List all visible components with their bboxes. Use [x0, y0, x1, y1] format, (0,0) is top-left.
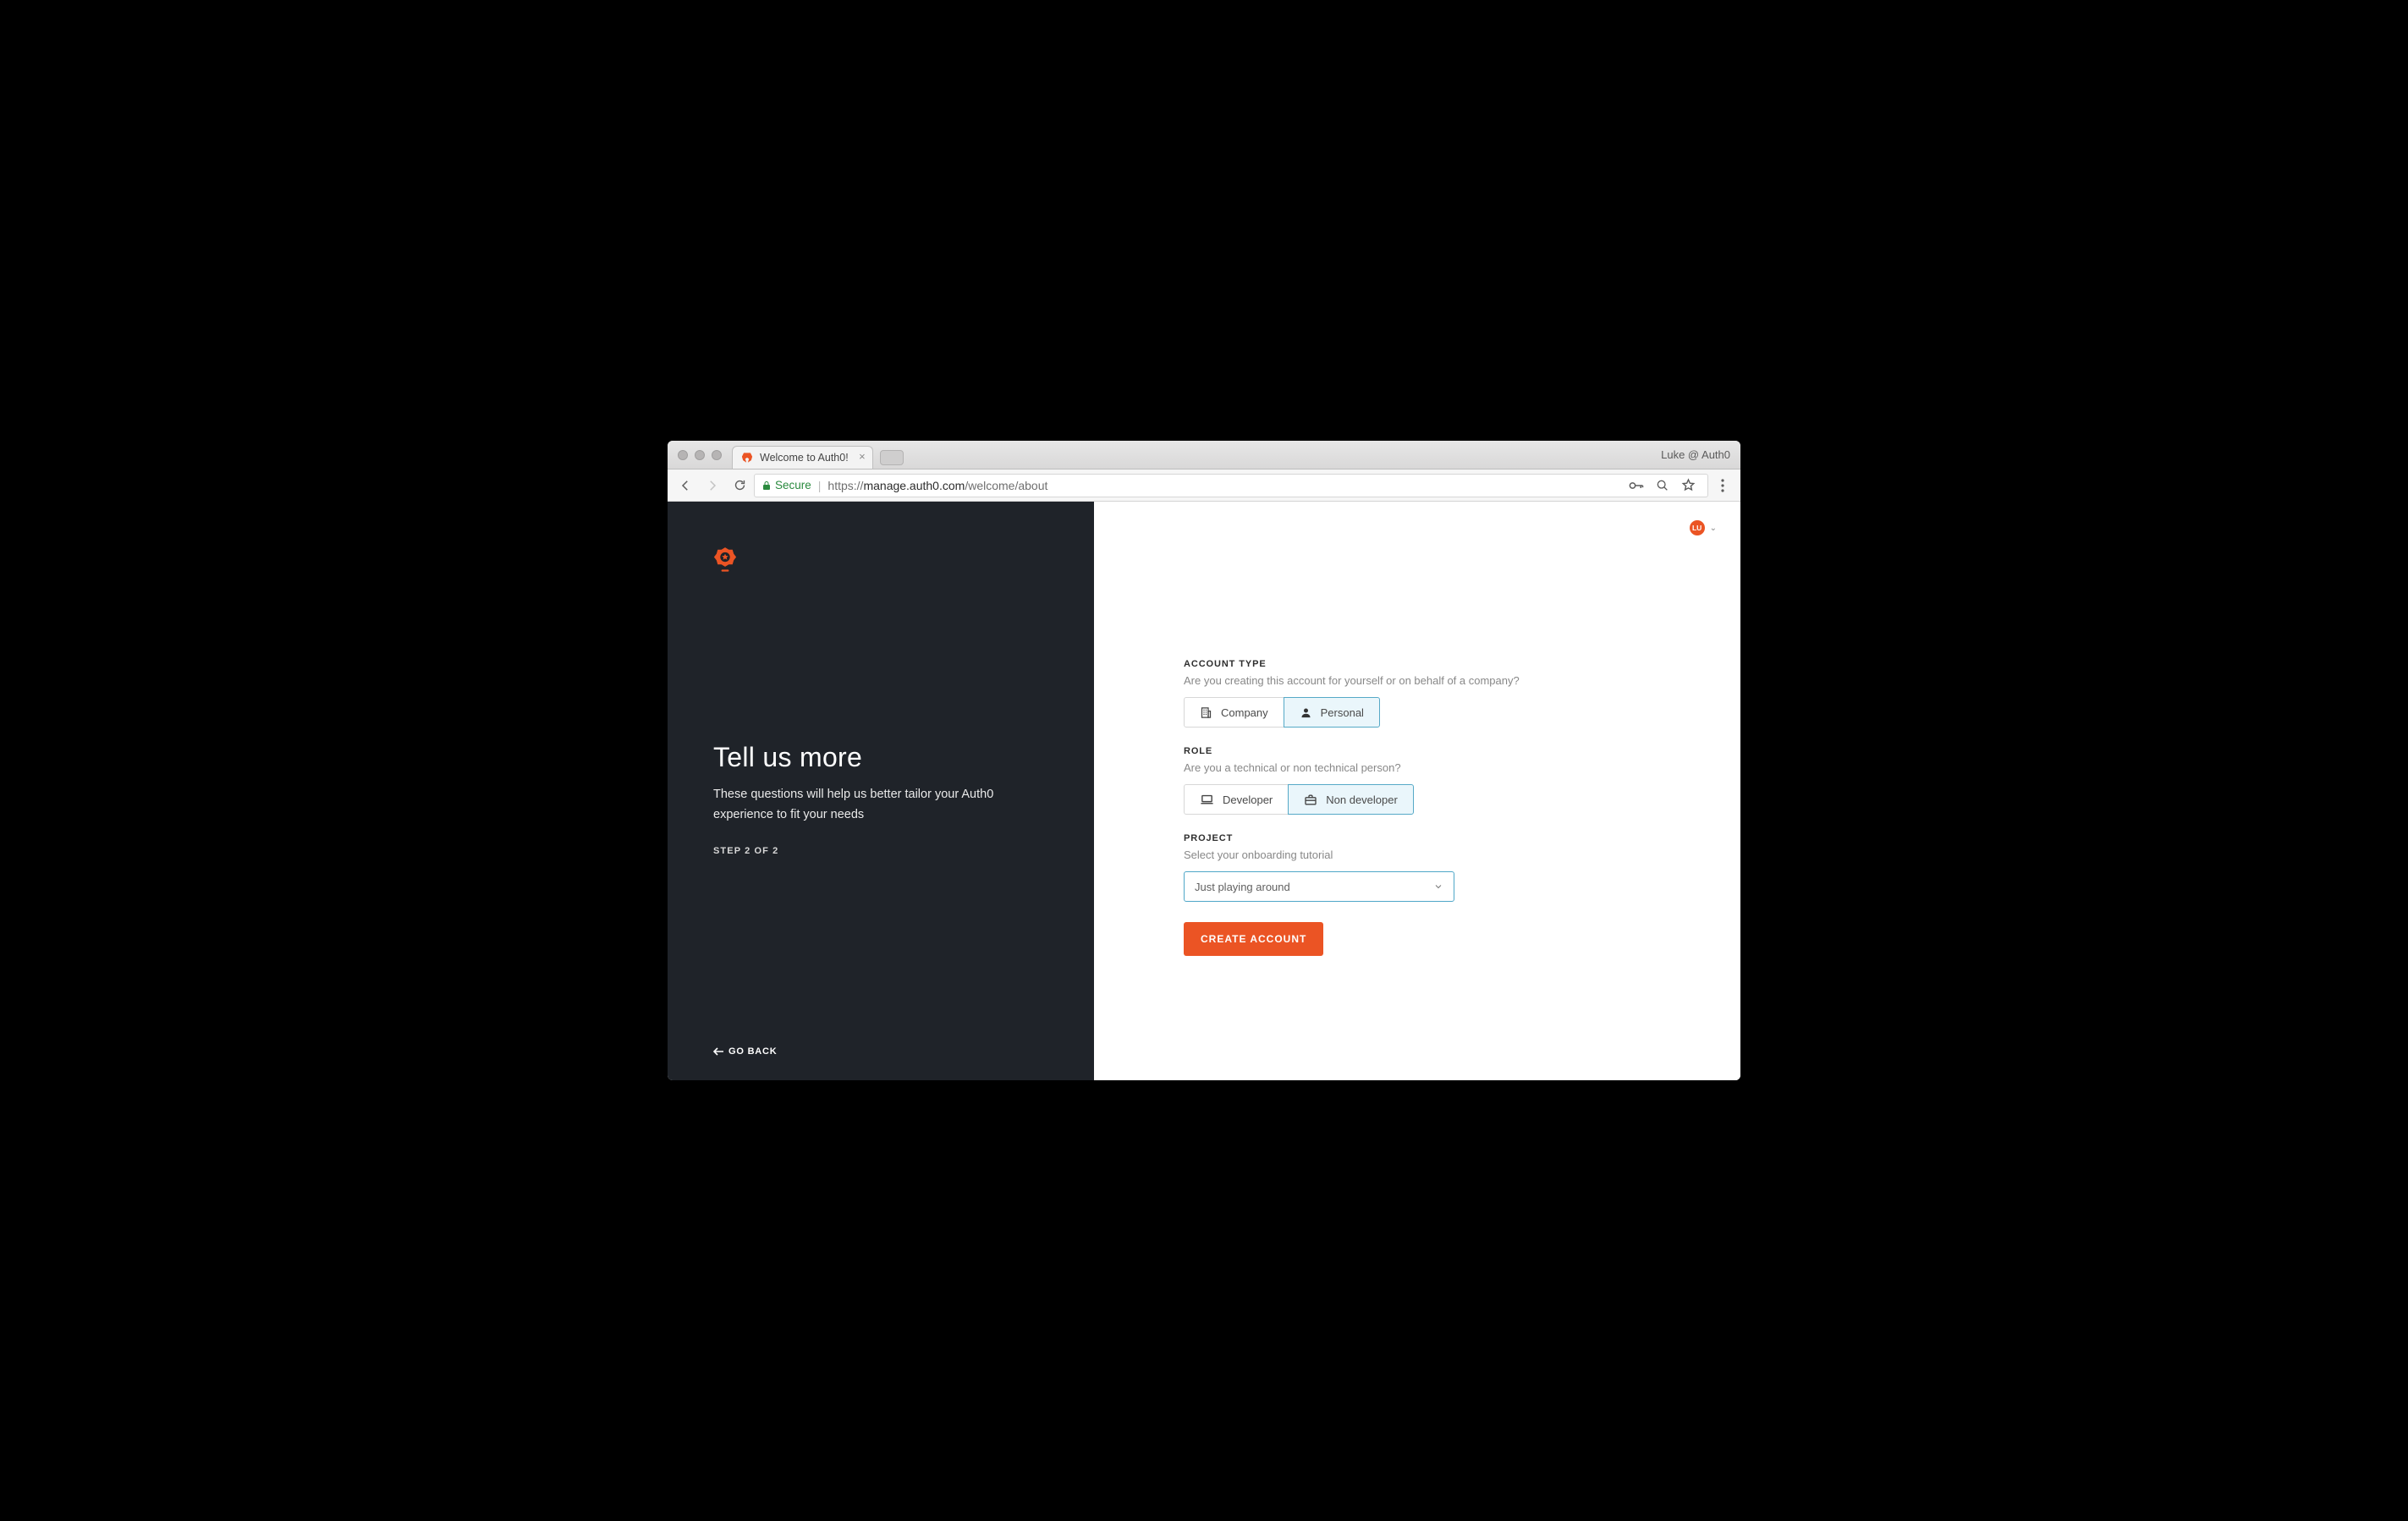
- key-icon[interactable]: [1629, 480, 1644, 491]
- url-text: https://manage.auth0.com/welcome/about: [827, 479, 1047, 492]
- address-bar: Secure | https://manage.auth0.com/welcom…: [668, 469, 1740, 502]
- form-panel: LU ⌄ ACCOUNT TYPE Are you creating this …: [1094, 502, 1740, 1080]
- chevron-down-icon: [1433, 881, 1443, 892]
- building-icon: [1200, 706, 1212, 719]
- auth0-logo-icon: [713, 547, 737, 573]
- page-content: Tell us more These questions will help u…: [668, 502, 1740, 1080]
- role-non-developer[interactable]: Non developer: [1288, 784, 1414, 815]
- create-account-button[interactable]: CREATE ACCOUNT: [1184, 922, 1323, 956]
- intro-description: These questions will help us better tail…: [713, 785, 1035, 826]
- tab-title: Welcome to Auth0!: [760, 452, 849, 464]
- account-type-label: ACCOUNT TYPE: [1184, 659, 1624, 669]
- browser-menu-button[interactable]: [1710, 479, 1735, 492]
- account-type-personal[interactable]: Personal: [1284, 697, 1380, 728]
- window-zoom-button[interactable]: [712, 450, 722, 460]
- window-close-button[interactable]: [678, 450, 688, 460]
- account-type-sub: Are you creating this account for yourse…: [1184, 674, 1624, 687]
- tab-favicon-icon: [741, 452, 753, 464]
- url-path: /welcome/about: [965, 479, 1047, 492]
- avatar: LU: [1690, 520, 1705, 535]
- go-back-label: GO BACK: [728, 1046, 778, 1057]
- account-type-company[interactable]: Company: [1184, 697, 1284, 728]
- browser-window: Welcome to Auth0! × Luke @ Auth0 Secure …: [668, 441, 1740, 1080]
- step-indicator: STEP 2 OF 2: [713, 846, 1048, 856]
- browser-profile-label[interactable]: Luke @ Auth0: [1661, 448, 1730, 461]
- role-developer[interactable]: Developer: [1184, 784, 1289, 815]
- project-selected-value: Just playing around: [1195, 881, 1290, 893]
- laptop-icon: [1200, 793, 1214, 806]
- intro-panel: Tell us more These questions will help u…: [668, 502, 1094, 1080]
- url-scheme: https://: [827, 479, 863, 492]
- nav-back-button[interactable]: [673, 473, 698, 498]
- omnibox-actions: [1629, 478, 1701, 492]
- onboarding-form: ACCOUNT TYPE Are you creating this accou…: [1184, 659, 1624, 956]
- tab-close-icon[interactable]: ×: [859, 451, 866, 462]
- new-tab-button[interactable]: [880, 450, 904, 465]
- briefcase-icon: [1304, 793, 1317, 806]
- browser-tab[interactable]: Welcome to Auth0! ×: [732, 446, 873, 469]
- go-back-link[interactable]: GO BACK: [713, 1046, 778, 1057]
- project-label: PROJECT: [1184, 833, 1624, 843]
- role-sub: Are you a technical or non technical per…: [1184, 761, 1624, 774]
- option-label: Personal: [1321, 706, 1364, 719]
- project-select[interactable]: Just playing around: [1184, 871, 1454, 902]
- option-label: Developer: [1223, 793, 1273, 806]
- intro-copy: Tell us more These questions will help u…: [713, 742, 1048, 856]
- nav-reload-button[interactable]: [727, 473, 752, 498]
- lock-icon: [761, 480, 772, 491]
- nav-forward-button[interactable]: [700, 473, 725, 498]
- zoom-icon[interactable]: [1656, 479, 1669, 492]
- tabstrip: Welcome to Auth0! ×: [732, 441, 904, 469]
- window-minimize-button[interactable]: [695, 450, 705, 460]
- account-type-segment: Company Personal: [1184, 697, 1624, 728]
- arrow-left-icon: [713, 1047, 723, 1056]
- role-segment: Developer Non developer: [1184, 784, 1624, 815]
- window-controls: [674, 450, 722, 460]
- omnibox-divider: |: [818, 479, 822, 492]
- role-label: ROLE: [1184, 746, 1624, 756]
- chevron-down-icon: ⌄: [1710, 524, 1717, 533]
- window-titlebar: Welcome to Auth0! × Luke @ Auth0: [668, 441, 1740, 469]
- option-label: Company: [1221, 706, 1268, 719]
- project-sub: Select your onboarding tutorial: [1184, 848, 1624, 861]
- secure-indicator: Secure: [761, 479, 811, 491]
- person-icon: [1300, 706, 1312, 719]
- option-label: Non developer: [1326, 793, 1398, 806]
- star-icon[interactable]: [1681, 478, 1696, 492]
- omnibox[interactable]: Secure | https://manage.auth0.com/welcom…: [754, 474, 1708, 497]
- secure-label: Secure: [775, 479, 811, 491]
- intro-heading: Tell us more: [713, 742, 1048, 773]
- user-menu[interactable]: LU ⌄: [1690, 520, 1717, 535]
- url-host: manage.auth0.com: [863, 479, 965, 492]
